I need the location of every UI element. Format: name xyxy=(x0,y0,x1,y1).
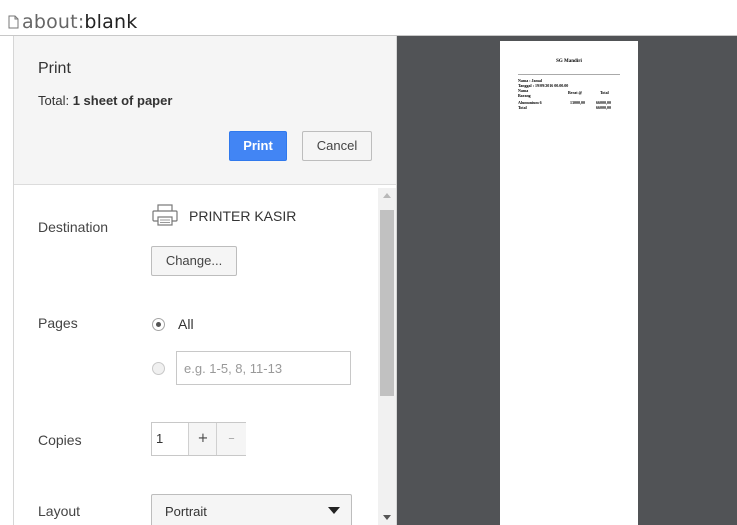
scroll-up-icon[interactable] xyxy=(383,193,391,198)
cancel-button[interactable]: Cancel xyxy=(302,131,372,161)
receipt-divider xyxy=(518,74,620,75)
copies-stepper: 1 + – xyxy=(151,422,246,456)
copies-input[interactable]: 1 xyxy=(156,431,163,446)
layout-value: Portrait xyxy=(165,504,207,519)
receipt-col-total: Total xyxy=(600,90,609,95)
chevron-down-icon xyxy=(328,507,340,514)
page-icon xyxy=(8,14,19,33)
receipt-col-berat: Berat @ xyxy=(568,90,583,95)
print-button[interactable]: Print xyxy=(229,131,287,161)
receipt-col-barang: Barang xyxy=(518,93,531,98)
receipt-item-price: 13000,00 xyxy=(570,100,585,105)
printer-icon xyxy=(151,203,179,231)
preview-page: SG Mandiri Nama : Jamal Tanggal : 19/09/… xyxy=(500,41,638,525)
change-destination-button[interactable]: Change... xyxy=(151,246,237,276)
copies-increment-button[interactable]: + xyxy=(188,423,217,455)
destination-label: Destination xyxy=(38,219,109,235)
pages-label: Pages xyxy=(38,315,78,331)
dialog-title: Print xyxy=(38,60,71,77)
receipt-total-label: Total xyxy=(518,105,527,110)
copies-label: Copies xyxy=(38,432,82,448)
settings-scrollbar[interactable] xyxy=(378,188,396,525)
pages-all-label[interactable]: All xyxy=(178,316,194,332)
pages-custom-radio[interactable] xyxy=(152,362,165,375)
receipt-total-value: 66000,00 xyxy=(596,105,611,110)
layout-label: Layout xyxy=(38,503,81,519)
receipt-store-name: SG Mandiri xyxy=(556,59,582,64)
address-bar[interactable]: about:blank xyxy=(0,0,737,36)
print-settings-pane: Print Total: 1 sheet of paper Print Canc… xyxy=(13,36,397,525)
scroll-down-icon[interactable] xyxy=(383,515,391,520)
print-preview: SG Mandiri Nama : Jamal Tanggal : 19/09/… xyxy=(397,36,737,525)
pages-custom-input[interactable]: e.g. 1-5, 8, 11-13 xyxy=(176,351,351,385)
sheet-summary: Total: 1 sheet of paper xyxy=(38,93,173,108)
pages-all-radio[interactable] xyxy=(152,318,165,331)
radio-selected-dot xyxy=(156,322,161,327)
copies-decrement-button[interactable]: – xyxy=(216,423,246,455)
url-text: about:blank xyxy=(22,11,138,33)
layout-select[interactable]: Portrait xyxy=(151,494,352,525)
printer-name: PRINTER KASIR xyxy=(189,208,297,224)
scrollbar-thumb[interactable] xyxy=(380,210,394,396)
pages-placeholder: e.g. 1-5, 8, 11-13 xyxy=(184,361,283,376)
print-header: Print Total: 1 sheet of paper Print Canc… xyxy=(14,36,396,185)
